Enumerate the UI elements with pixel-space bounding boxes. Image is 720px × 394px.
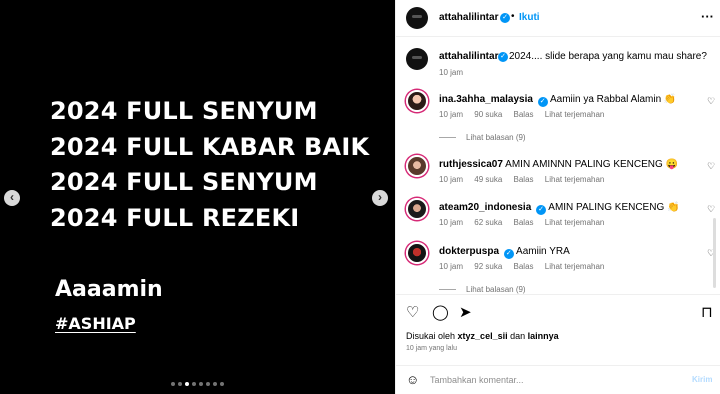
more-options-icon[interactable]: ··· [701, 9, 714, 24]
comment-composer: ☺ Kirim [396, 365, 720, 394]
media-text-line: 2024 FULL REZEKI [50, 204, 300, 232]
likes-prefix: Disukai oleh [406, 331, 456, 341]
slide-dot [220, 382, 224, 386]
avatar[interactable] [406, 90, 428, 112]
avatar[interactable] [406, 48, 428, 70]
previous-slide-button[interactable]: ‹ [4, 190, 20, 206]
comment-text: AMIN AMINNN PALING KENCENG 😛 [505, 159, 679, 170]
follow-button[interactable]: Ikuti [519, 12, 540, 23]
comment-icon[interactable]: ◯ [432, 303, 449, 321]
comment-text: AMIN PALING KENCENG 👏 [548, 202, 680, 213]
likes-summary: Disukai oleh xtyz_cel_sii dan lainnya [406, 331, 559, 341]
view-replies-button[interactable]: Lihat balasan (9) [439, 285, 526, 294]
slide-indicator [171, 382, 224, 386]
comment-item: ateam20_indonesia ✓ AMIN PALING KENCENG … [396, 198, 720, 238]
post-details-panel: attahalilintar ✓ • Ikuti ··· attahalilin… [395, 0, 720, 394]
avatar[interactable] [406, 242, 428, 264]
likes-others-link[interactable]: lainnya [528, 331, 559, 341]
post-timestamp[interactable]: 10 jam yang lalu [406, 345, 457, 352]
reply-button[interactable]: Balas [514, 262, 534, 271]
likes-user[interactable]: xtyz_cel_sii [458, 331, 508, 341]
verified-badge-icon: ✓ [498, 52, 508, 62]
media-text-line: 2024 FULL SENYUM [50, 168, 318, 196]
slide-dot [192, 382, 196, 386]
caption-time: 10 jam [439, 68, 464, 77]
comment-username[interactable]: ateam20_indonesia [439, 202, 531, 213]
comment-item: dokterpuspa ✓ Aamiin YRA 10 jam 92 suka … [396, 242, 720, 282]
emoji-icon[interactable]: ☺ [406, 372, 419, 387]
avatar[interactable] [406, 198, 428, 220]
next-slide-button[interactable]: › [372, 190, 388, 206]
caption-username[interactable]: attahalilintar [439, 51, 498, 62]
separator-dot: • [511, 11, 515, 22]
comment-like-icon[interactable]: ♡ [707, 161, 715, 172]
comment-input[interactable] [430, 372, 670, 388]
likes-middle: dan [510, 331, 526, 341]
comment-item: ina.3ahha_malaysia ✓ Aamiin ya Rabbal Al… [396, 90, 720, 130]
comment-likes[interactable]: 49 suka [474, 175, 502, 184]
comment-likes[interactable]: 62 suka [474, 218, 502, 227]
comment-like-icon[interactable]: ♡ [707, 96, 715, 107]
reply-button[interactable]: Balas [514, 110, 534, 119]
media-text-line: 2024 FULL SENYUM [50, 97, 318, 125]
comment-text: Aamiin ya Rabbal Alamin 👏 [549, 94, 677, 105]
comment-time[interactable]: 10 jam [439, 175, 463, 184]
avatar[interactable] [406, 155, 428, 177]
translate-button[interactable]: Lihat terjemahan [545, 110, 605, 119]
comment-item: ruthjessica07 AMIN AMINNN PALING KENCENG… [396, 155, 720, 195]
post-media[interactable]: 2024 FULL SENYUM 2024 FULL KABAR BAIK 20… [0, 0, 395, 394]
slide-dot [185, 382, 189, 386]
caption-text: 2024.... slide berapa yang kamu mau shar… [509, 51, 707, 62]
comment-username[interactable]: dokterpuspa [439, 246, 499, 257]
slide-dot [178, 382, 182, 386]
comment-time[interactable]: 10 jam [439, 110, 463, 119]
translate-button[interactable]: Lihat terjemahan [545, 175, 605, 184]
send-button[interactable]: Kirim [692, 375, 712, 384]
verified-badge-icon: ✓ [500, 13, 510, 23]
view-replies-button[interactable]: Lihat balasan (9) [439, 133, 526, 142]
reply-button[interactable]: Balas [514, 175, 534, 184]
media-text-line: 2024 FULL KABAR BAIK [50, 133, 370, 161]
reply-button[interactable]: Balas [514, 218, 534, 227]
post-actions: ♡ ◯ ➤ ⊓ Disukai oleh xtyz_cel_sii dan la… [396, 294, 720, 394]
media-hashtag: #ASHIAP [55, 314, 136, 333]
like-icon[interactable]: ♡ [406, 303, 419, 321]
slide-dot [206, 382, 210, 386]
comment-time[interactable]: 10 jam [439, 218, 463, 227]
comment-likes[interactable]: 90 suka [474, 110, 502, 119]
slide-dot [213, 382, 217, 386]
comment-text: Aamiin YRA [516, 246, 570, 257]
comments-scrollbar[interactable] [713, 218, 716, 288]
post-header: attahalilintar ✓ • Ikuti ··· [396, 0, 720, 37]
share-icon[interactable]: ➤ [459, 303, 472, 321]
verified-badge-icon: ✓ [503, 249, 514, 259]
avatar[interactable] [406, 7, 428, 29]
verified-badge-icon: ✓ [537, 97, 548, 107]
comment-username[interactable]: ruthjessica07 [439, 159, 503, 170]
translate-button[interactable]: Lihat terjemahan [545, 218, 605, 227]
bookmark-icon[interactable]: ⊓ [701, 303, 713, 321]
translate-button[interactable]: Lihat terjemahan [545, 262, 605, 271]
header-username[interactable]: attahalilintar [439, 12, 498, 23]
comment-username[interactable]: ina.3ahha_malaysia [439, 94, 533, 105]
verified-badge-icon: ✓ [536, 205, 547, 215]
comment-like-icon[interactable]: ♡ [707, 204, 715, 215]
comment-likes[interactable]: 92 suka [474, 262, 502, 271]
slide-dot [171, 382, 175, 386]
slide-dot [199, 382, 203, 386]
media-amin-text: Aaaamin [55, 277, 163, 302]
comment-time[interactable]: 10 jam [439, 262, 463, 271]
